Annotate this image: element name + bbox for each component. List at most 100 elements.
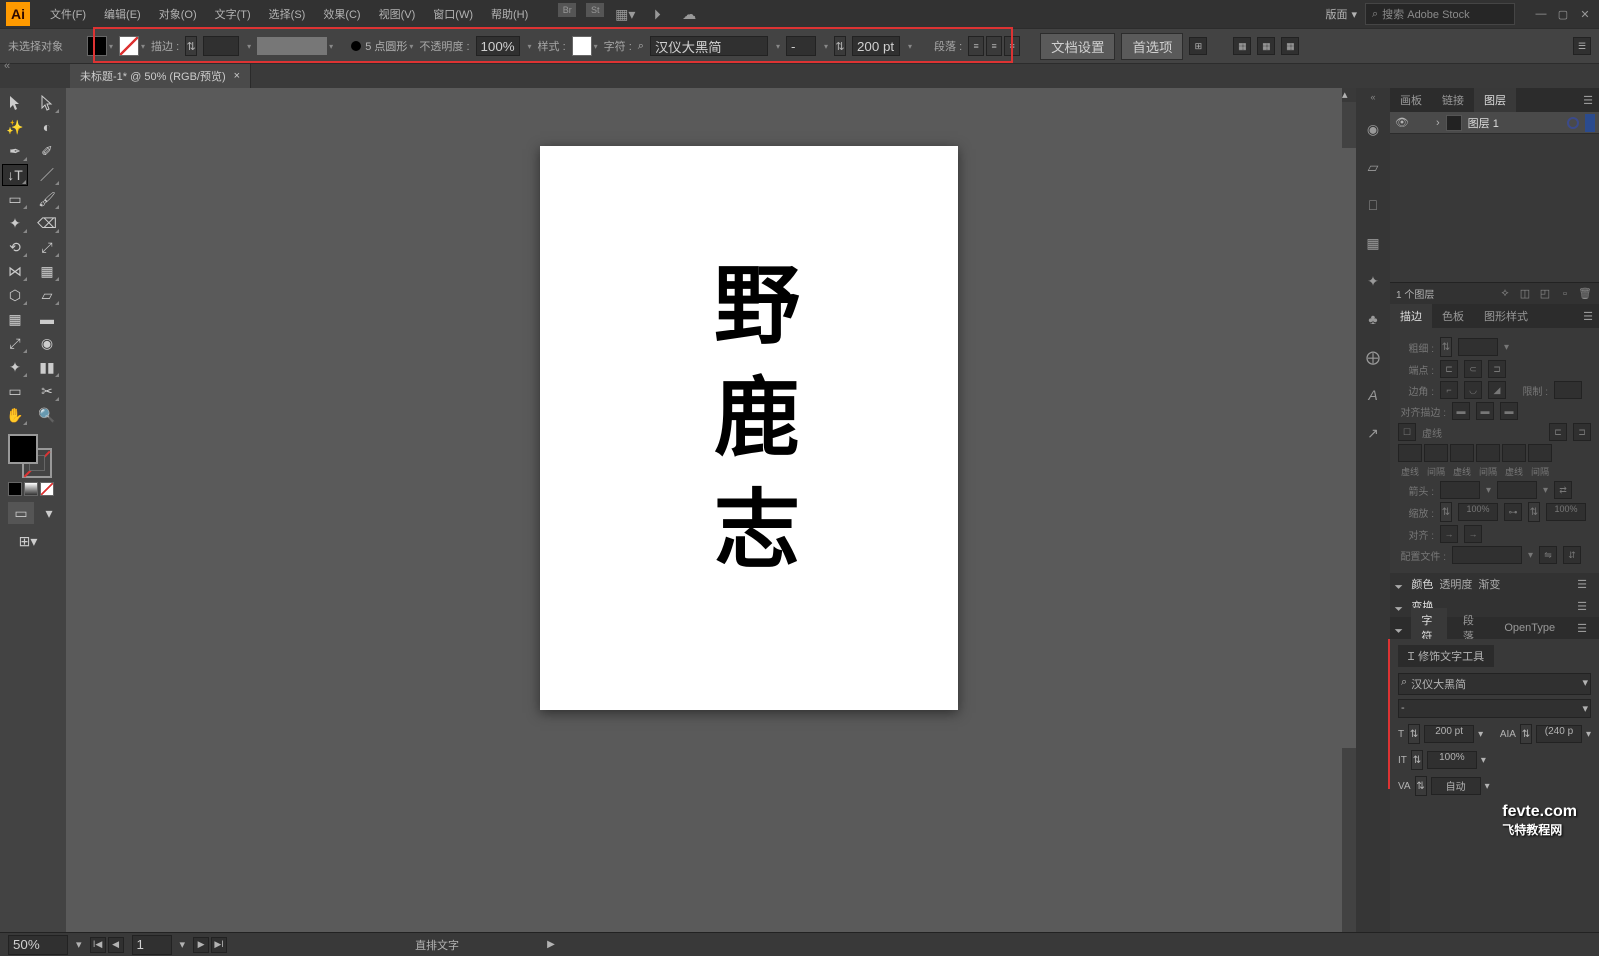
weight-drop[interactable]: ▾ xyxy=(1504,342,1509,353)
align-outside-stroke-icon[interactable]: ▬ xyxy=(1500,402,1518,420)
eraser-tool[interactable]: ⌫ xyxy=(34,212,60,234)
character-icon[interactable]: A xyxy=(1362,384,1384,406)
color-panel-header[interactable]: 颜色透明度渐变☰ xyxy=(1390,573,1599,595)
screen-mode-normal[interactable]: ▭ xyxy=(8,502,34,524)
profile-drop[interactable] xyxy=(1452,546,1522,564)
font-size-stepper[interactable]: ⇅ xyxy=(834,36,846,56)
rectangle-tool[interactable]: ▭ xyxy=(2,188,28,210)
color-mode-icon[interactable] xyxy=(8,482,22,496)
char-kern-input[interactable]: 自动 xyxy=(1431,777,1481,795)
align-bottom-icon[interactable]: ≡ xyxy=(1004,36,1020,56)
bridge-icon[interactable]: Br xyxy=(558,3,576,17)
artboard[interactable]: 野鹿志 xyxy=(540,146,958,710)
char-leading-input[interactable]: (240 p xyxy=(1536,725,1582,743)
kern-stepper[interactable]: ⇅ xyxy=(1415,776,1427,796)
align-top-icon[interactable]: ≡ xyxy=(968,36,984,56)
new-sublayer-icon[interactable]: ◰ xyxy=(1537,286,1553,302)
cloud-icon[interactable]: ☁ xyxy=(678,3,700,25)
edit-toolbar[interactable]: ⊞▾ xyxy=(8,530,48,552)
color-panel-icon[interactable]: ◉ xyxy=(1362,118,1384,140)
arrow-start-drop[interactable] xyxy=(1440,481,1480,499)
symbols-icon[interactable]: ♣ xyxy=(1362,308,1384,330)
color-tab[interactable]: 颜色 xyxy=(1411,576,1433,592)
direct-selection-tool[interactable] xyxy=(34,92,60,114)
dash1-input[interactable] xyxy=(1398,444,1422,462)
dash-align-icon1[interactable]: ⊏ xyxy=(1549,423,1567,441)
artboard-index-input[interactable] xyxy=(132,935,172,955)
vertical-scrollbar[interactable]: ▴ xyxy=(1342,88,1356,932)
type-tool[interactable]: ↓T xyxy=(2,164,28,186)
dash3-input[interactable] xyxy=(1502,444,1526,462)
screen-mode-drop[interactable]: ▾ xyxy=(36,502,62,524)
scale-stepper1[interactable]: ⇅ xyxy=(1440,502,1452,522)
workspace-dropdown[interactable]: 版面▾ xyxy=(1325,6,1357,22)
cap-butt-icon[interactable]: ⊏ xyxy=(1440,360,1458,378)
arrange-icon[interactable]: ▦▾ xyxy=(614,3,636,25)
none-mode-icon[interactable] xyxy=(40,482,54,496)
curvature-tool[interactable]: ✐ xyxy=(34,140,60,162)
vertical-text-object[interactable]: 野鹿志 xyxy=(687,260,812,596)
menu-effect[interactable]: 效果(C) xyxy=(315,2,368,26)
layers-tab[interactable]: 图层 xyxy=(1474,88,1516,112)
stroke-menu-icon[interactable]: ☰ xyxy=(1577,310,1599,323)
gradient-tool[interactable]: ▬ xyxy=(34,308,60,330)
artboard-tool[interactable]: ▭ xyxy=(2,380,28,402)
new-layer-icon[interactable]: ▫ xyxy=(1557,286,1573,302)
gpu-icon[interactable]: ⏵ xyxy=(646,3,668,25)
font-family-drop[interactable] xyxy=(774,42,780,51)
touch-type-tool[interactable]: Ɪ修饰文字工具 xyxy=(1398,645,1494,667)
document-setup-button[interactable]: 文档设置 xyxy=(1040,33,1115,60)
scale-link-icon[interactable]: ⊶ xyxy=(1504,503,1522,521)
line-segment-tool[interactable]: ／ xyxy=(34,164,60,186)
symbol-sprayer-tool[interactable]: ✦ xyxy=(2,356,28,378)
links-tab[interactable]: 链接 xyxy=(1432,88,1474,112)
opacity-drop[interactable] xyxy=(526,42,532,51)
swatches-tab[interactable]: 色板 xyxy=(1432,304,1474,328)
weight-input[interactable] xyxy=(1458,338,1498,356)
zoom-input[interactable] xyxy=(8,935,68,955)
tab-close-icon[interactable]: × xyxy=(234,70,240,82)
delete-layer-icon[interactable]: 🗑 xyxy=(1577,286,1593,302)
layer-target-icon[interactable] xyxy=(1567,117,1579,129)
prefs-icon[interactable]: ⊞ xyxy=(1189,37,1207,55)
fill-stroke-swatches[interactable] xyxy=(8,434,52,478)
cap-proj-icon[interactable]: ⊐ xyxy=(1488,360,1506,378)
canvas[interactable]: 野鹿志 ▴ xyxy=(66,88,1356,932)
char-menu-icon[interactable]: ☰ xyxy=(1571,622,1593,635)
stock-icon[interactable]: St xyxy=(586,3,604,17)
close-button[interactable]: ✕ xyxy=(1577,6,1593,22)
maximize-button[interactable]: ▢ xyxy=(1555,6,1571,22)
align-center-stroke-icon[interactable]: ▬ xyxy=(1452,402,1470,420)
glyphs-icon[interactable]: ⨁ xyxy=(1362,346,1384,368)
clip-mask-icon[interactable]: ◫ xyxy=(1517,286,1533,302)
font-size-input[interactable] xyxy=(852,36,900,56)
paintbrush-tool[interactable]: 🖌 xyxy=(34,188,60,210)
shape-builder-tool[interactable]: ⬡ xyxy=(2,284,28,306)
weight-stepper[interactable]: ⇅ xyxy=(1440,337,1452,357)
export-panel-icon[interactable]: ↗ xyxy=(1362,422,1384,444)
fill-color-swatch[interactable] xyxy=(8,434,38,464)
stroke-weight-drop[interactable] xyxy=(245,42,251,51)
document-panel-icon[interactable]: ▱ xyxy=(1362,156,1384,178)
expand-icon[interactable]: › xyxy=(1436,117,1440,129)
menu-view[interactable]: 视图(V) xyxy=(371,2,424,26)
menu-window[interactable]: 窗口(W) xyxy=(425,2,481,26)
corner-round-icon[interactable]: ◡ xyxy=(1464,381,1482,399)
control-menu-icon[interactable]: ☰ xyxy=(1573,37,1591,55)
align-center-icon[interactable]: ≡ xyxy=(986,36,1002,56)
graphic-styles-tab[interactable]: 图形样式 xyxy=(1474,304,1538,328)
menu-object[interactable]: 对象(O) xyxy=(151,2,205,26)
transform-menu-icon[interactable]: ☰ xyxy=(1571,600,1593,613)
dash-align-icon2[interactable]: ⊐ xyxy=(1573,423,1591,441)
opacity-input[interactable] xyxy=(476,36,520,56)
preferences-button[interactable]: 首选项 xyxy=(1121,33,1183,60)
zoom-drop[interactable]: ▾ xyxy=(76,938,82,951)
limit-input[interactable] xyxy=(1554,381,1582,399)
scale-stepper2[interactable]: ⇅ xyxy=(1528,502,1540,522)
gap2-input[interactable] xyxy=(1476,444,1500,462)
stroke-swatch[interactable] xyxy=(119,36,145,56)
align-inside-stroke-icon[interactable]: ▬ xyxy=(1476,402,1494,420)
opentype-tab[interactable]: OpenType xyxy=(1494,618,1565,638)
lasso-tool[interactable]: ◐ xyxy=(34,116,60,138)
vscale-stepper[interactable]: ⇅ xyxy=(1411,750,1423,770)
